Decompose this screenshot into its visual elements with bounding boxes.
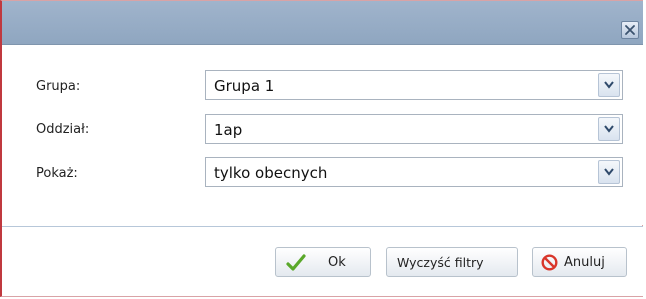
group-select-value: Grupa 1 [214, 77, 275, 95]
filter-dialog: Grupa: Grupa 1 Oddział: 1ap Pokaż: tylko… [0, 0, 643, 297]
division-select[interactable]: 1ap [205, 114, 623, 144]
group-select[interactable]: Grupa 1 [205, 70, 623, 100]
checkmark-icon [286, 254, 306, 271]
clear-filters-button[interactable]: Wyczyść filtry [386, 247, 518, 277]
close-button[interactable] [621, 21, 639, 39]
chevron-down-icon [604, 125, 614, 133]
close-icon [625, 25, 635, 35]
clear-filters-button-label: Wyczyść filtry [397, 255, 484, 270]
group-dropdown-button[interactable] [598, 73, 620, 97]
cancel-button[interactable]: Anuluj [532, 247, 627, 277]
cancel-icon [541, 254, 558, 271]
division-label: Oddział: [36, 122, 90, 137]
cancel-button-label: Anuluj [564, 255, 605, 270]
dialog-body: Grupa: Grupa 1 Oddział: 1ap Pokaż: tylko… [2, 45, 643, 225]
show-select[interactable]: tylko obecnych [205, 157, 623, 187]
show-select-value: tylko obecnych [214, 164, 328, 182]
dialog-titlebar [2, 1, 643, 45]
group-label: Grupa: [36, 79, 81, 94]
ok-button[interactable]: Ok [275, 247, 371, 277]
show-label: Pokaż: [36, 166, 78, 181]
division-dropdown-button[interactable] [598, 117, 620, 141]
show-dropdown-button[interactable] [598, 160, 620, 184]
chevron-down-icon [604, 168, 614, 176]
division-select-value: 1ap [214, 121, 243, 139]
ok-button-label: Ok [328, 255, 346, 270]
chevron-down-icon [604, 81, 614, 89]
